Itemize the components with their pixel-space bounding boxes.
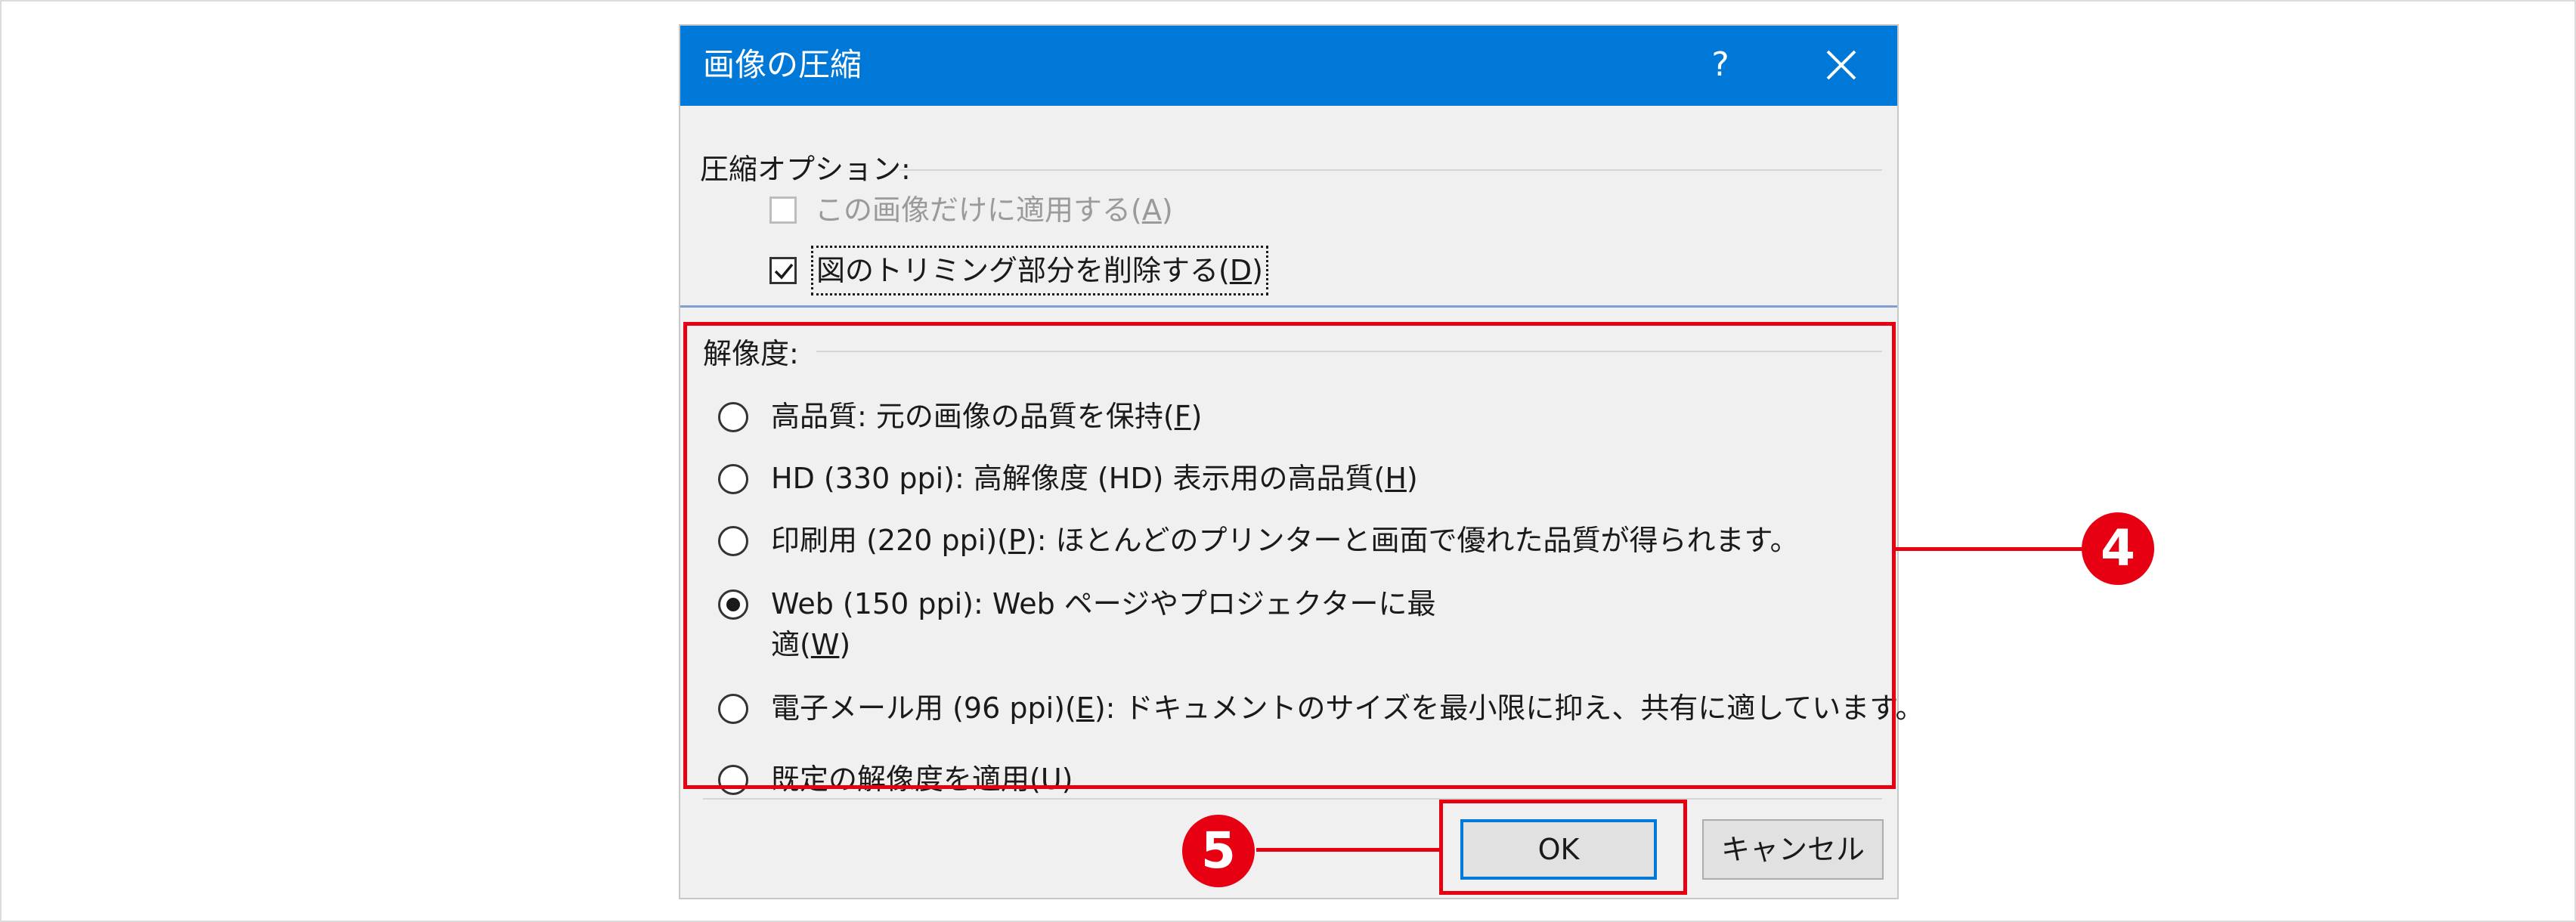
help-button[interactable]: ? <box>1689 38 1752 92</box>
ok-highlight-box <box>1439 800 1687 895</box>
section-divider <box>680 305 1897 308</box>
close-button[interactable] <box>1810 38 1873 92</box>
dialog-titlebar: 画像の圧縮 ? <box>680 26 1897 106</box>
compression-group-rule <box>899 169 1882 171</box>
checkmark-icon <box>774 263 794 280</box>
screenshot-canvas: 画像の圧縮 ? 圧縮オプション: この画像だけに適用する(A) 図のトリミング部… <box>0 0 2576 922</box>
step4-leader-line <box>1896 547 2085 551</box>
compression-options-label: 圧縮オプション: <box>700 153 911 186</box>
resolution-bottom-rule <box>703 798 1882 800</box>
resolution-highlight-box <box>683 322 1896 789</box>
apply-only-this-picture-label: この画像だけに適用する(A) <box>815 193 1173 227</box>
checkbox-box <box>769 196 797 224</box>
apply-only-this-picture-checkbox[interactable]: この画像だけに適用する(A) <box>769 186 1173 234</box>
close-icon <box>1826 50 1856 80</box>
delete-cropped-areas-checkbox[interactable]: 図のトリミング部分を削除する(D) <box>769 246 1268 295</box>
delete-cropped-areas-label: 図のトリミング部分を削除する(D) <box>811 246 1268 295</box>
step5-badge: 5 <box>1182 815 1255 887</box>
dialog-title: 画像の圧縮 <box>703 46 862 83</box>
step4-badge: 4 <box>2082 512 2154 585</box>
step5-leader-line <box>1256 848 1439 852</box>
checkbox-box <box>769 257 797 284</box>
cancel-button[interactable]: キャンセル <box>1702 819 1884 880</box>
